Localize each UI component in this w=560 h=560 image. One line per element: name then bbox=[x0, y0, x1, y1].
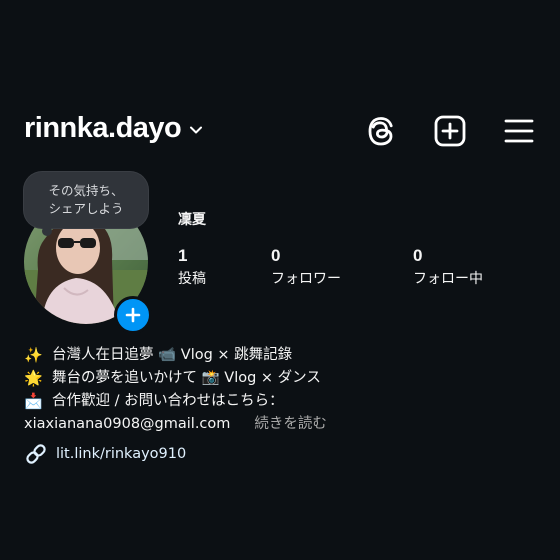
read-more-link[interactable]: 続きを読む bbox=[254, 413, 327, 436]
star-icon: 🌟 bbox=[24, 369, 43, 387]
menu-icon[interactable] bbox=[502, 114, 536, 148]
note-bubble[interactable]: その気持ち、 シェアしよう bbox=[24, 172, 148, 228]
bio-email: xiaxianana0908@gmail.com bbox=[24, 416, 231, 432]
username: rinnka.dayo bbox=[24, 112, 182, 144]
stat-following[interactable]: 0 フォロー中 bbox=[413, 246, 483, 288]
bio-line-text: 合作歡迎 / お問い合わせはこちら： bbox=[52, 393, 284, 409]
plus-icon bbox=[125, 307, 141, 323]
envelope-icon: 📩 bbox=[24, 392, 43, 410]
profile-header: rinnka.dayo bbox=[0, 108, 560, 156]
chevron-down-icon bbox=[190, 126, 203, 133]
new-post-icon[interactable] bbox=[433, 114, 467, 148]
bio-line-text: 台灣人在日追夢 📹 Vlog × 跳舞記錄 bbox=[52, 347, 293, 363]
stat-value: 0 bbox=[413, 246, 423, 265]
stat-value: 0 bbox=[271, 246, 281, 265]
bio-line: 🌟 舞台の夢を追いかけて 📸 Vlog × ダンス bbox=[24, 367, 544, 390]
stat-label: 投稿 bbox=[178, 271, 206, 287]
bio: ✨ 台灣人在日追夢 📹 Vlog × 跳舞記錄 🌟 舞台の夢を追いかけて 📸 V… bbox=[24, 344, 544, 436]
stat-label: フォロー中 bbox=[413, 271, 483, 287]
bio-link-text: lit.link/rinkayo910 bbox=[56, 446, 187, 462]
note-bubble-tail bbox=[42, 226, 52, 236]
bio-link[interactable]: lit.link/rinkayo910 bbox=[24, 442, 186, 466]
threads-icon[interactable] bbox=[364, 114, 398, 148]
stat-label: フォロワー bbox=[271, 271, 341, 287]
add-story-button[interactable] bbox=[114, 296, 152, 334]
bio-line: 📩 合作歡迎 / お問い合わせはこちら： bbox=[24, 390, 544, 413]
stat-value: 1 bbox=[178, 246, 188, 265]
sparkles-icon: ✨ bbox=[24, 346, 43, 364]
stat-posts[interactable]: 1 投稿 bbox=[178, 246, 206, 288]
link-icon bbox=[26, 444, 46, 464]
note-bubble-line1: その気持ち、 bbox=[48, 183, 124, 198]
profile-page: rinnka.dayo その気持ち、 シェアしよう 凜夏 1 投稿 0 フォロワ… bbox=[0, 0, 560, 560]
note-bubble-line2: シェアしよう bbox=[48, 201, 124, 216]
bio-line-text: 舞台の夢を追いかけて 📸 Vlog × ダンス bbox=[52, 370, 321, 386]
bio-line: xiaxianana0908@gmail.com 続きを読む bbox=[24, 413, 544, 436]
bio-line: ✨ 台灣人在日追夢 📹 Vlog × 跳舞記錄 bbox=[24, 344, 544, 367]
avatar-area: その気持ち、 シェアしよう bbox=[24, 172, 156, 334]
stat-followers[interactable]: 0 フォロワー bbox=[271, 246, 341, 288]
account-switcher[interactable]: rinnka.dayo bbox=[24, 112, 203, 145]
display-name: 凜夏 bbox=[178, 212, 206, 228]
